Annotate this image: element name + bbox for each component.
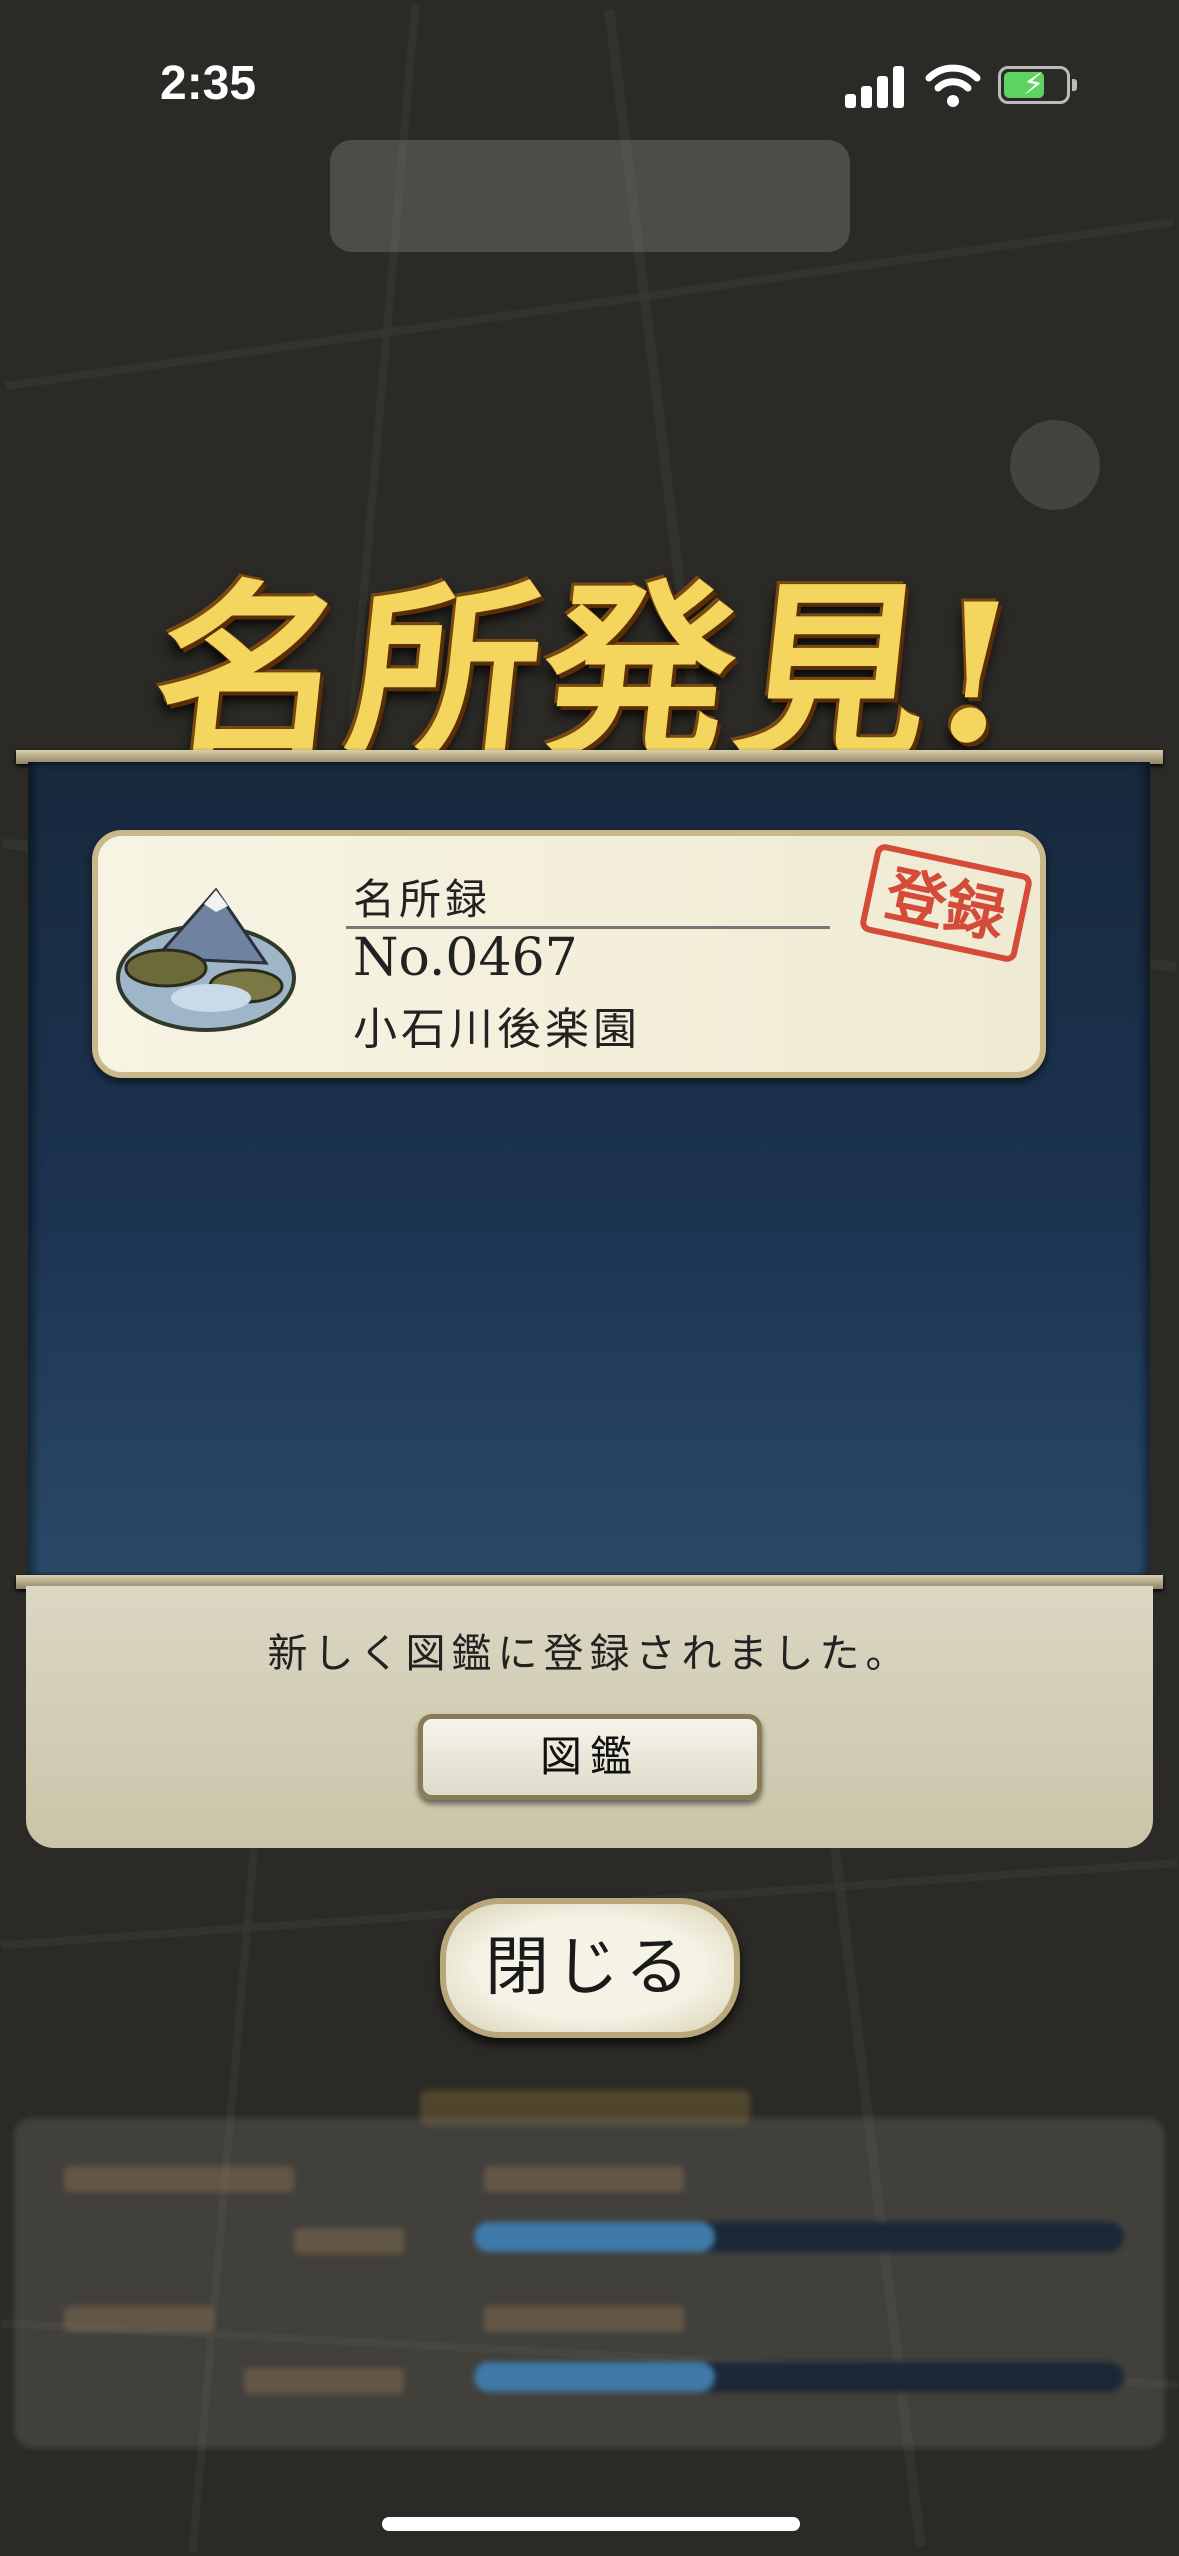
wifi-icon	[925, 64, 981, 107]
registration-message: 新しく図鑑に登録されました。	[267, 1631, 912, 1677]
dialog-footer: 新しく図鑑に登録されました。 図鑑	[26, 1586, 1153, 1848]
card-number: No.0467	[353, 928, 578, 988]
battery-charging-icon: ⚡	[998, 66, 1077, 104]
status-time: 2:35	[160, 57, 257, 110]
stats-panel-blurred	[14, 2118, 1165, 2448]
card-label: 名所録	[353, 875, 492, 924]
compass-icon	[1010, 420, 1100, 510]
signal-icon	[845, 62, 905, 108]
registered-stamp-icon: 登録	[858, 842, 1034, 964]
meisho-card: 名所録 No.0467 小石川後楽園 登録	[92, 830, 1046, 1078]
mountain-landscape-icon	[116, 887, 296, 1032]
zukan-button[interactable]: 図鑑	[418, 1714, 762, 1800]
location-pill	[330, 140, 850, 252]
card-name: 小石川後楽園	[353, 1004, 641, 1055]
status-bar: 2:35 ⚡	[0, 0, 1179, 150]
close-button[interactable]: 閉じる	[440, 1898, 740, 2038]
home-indicator[interactable]	[382, 2517, 800, 2531]
